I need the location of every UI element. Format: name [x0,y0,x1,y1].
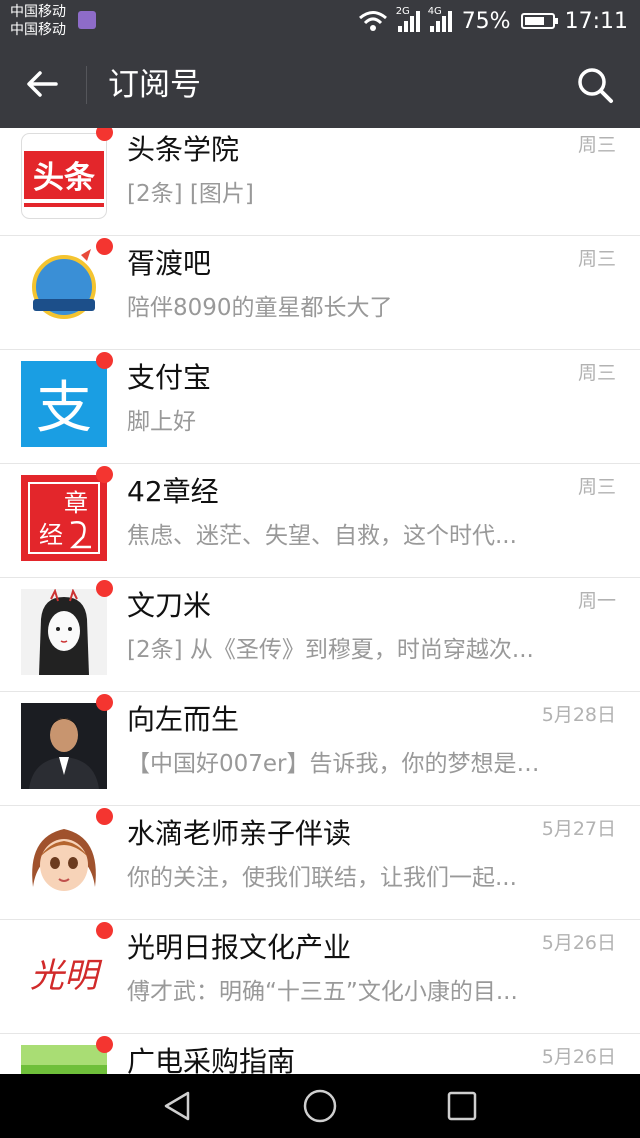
battery-icon [520,13,558,29]
toutiao-avatar: 头条 [21,133,107,219]
wifi-icon [358,11,387,31]
message-preview: [2条] [图片] [127,181,254,207]
status-indicators: 2G 4G 75% 17:11 [358,0,628,42]
list-item[interactable]: 光明 光明日报文化产业 傅才武：明确“十三五”文化小康的目... 5月26日 [0,920,640,1034]
unread-dot [96,1036,113,1053]
message-date: 周三 [577,134,616,156]
message-date: 周三 [577,476,616,498]
alipay-logo-text: 支 [36,376,92,441]
subscription-name: 光明日报文化产业 [127,931,352,964]
net-type-2: 4G [427,6,442,17]
guangming-logo-text: 光明 [30,956,103,996]
unread-dot [96,580,113,597]
list-item[interactable]: 文刀米 [2条] 从《圣传》到穆夏，时尚穿越次... 周一 [0,578,640,692]
42jing-logo-text-2: 经 [39,521,63,549]
subscription-name: 支付宝 [127,361,212,394]
app-header: 订阅号 [0,42,640,128]
shuidi-avatar [21,817,107,903]
message-preview: 傅才武：明确“十三五”文化小康的目... [127,979,518,1005]
message-preview: 焦虑、迷茫、失望、自救，这个时代... [127,523,517,549]
message-preview: 【中国好007er】告诉我，你的梦想是什... [127,751,557,777]
subscription-name: 水滴老师亲子伴读 [127,817,352,850]
signal-4g-icon: 4G [428,6,452,32]
42jing-logo-text-1: 章 [64,489,88,517]
subscription-name: 广电采购指南 [127,1045,296,1074]
message-date: 周三 [577,248,616,270]
subscription-name: 42章经 [127,475,219,508]
battery-percent: 75% [461,8,511,34]
clock: 17:11 [564,8,628,34]
search-icon[interactable] [574,64,616,106]
unread-dot [96,238,113,255]
subscription-list[interactable]: 头条 头条学院 [2条] [图片] 周三 胥渡吧 陪伴8090的童星都长大了 周… [0,128,640,1074]
gallery-notification-icon [78,11,96,29]
list-item[interactable]: 头条 头条学院 [2条] [图片] 周三 [0,128,640,236]
net-type-1: 2G [395,6,410,17]
42jing-avatar: 章 经 [21,475,107,561]
system-nav-bar [0,1074,640,1138]
message-date: 周三 [577,362,616,384]
xiangzuo-avatar [21,703,107,789]
carrier-1: 中国移动 [10,4,66,20]
message-preview: 脚上好 [127,409,196,435]
subscription-name: 向左而生 [127,703,240,736]
subscription-name: 文刀米 [127,589,212,622]
carrier-2: 中国移动 [10,22,66,38]
carrier-labels: 中国移动 中国移动 [10,3,66,39]
message-preview: 陪伴8090的童星都长大了 [127,295,393,321]
square-recent-icon[interactable] [444,1088,480,1124]
header-divider [86,66,87,104]
message-preview: 你的关注，使我们联结，让我们一起... [127,865,517,891]
message-date: 5月26日 [541,932,616,954]
xudu-avatar [21,247,107,333]
unread-dot [96,466,113,483]
unread-dot [96,352,113,369]
triangle-back-icon[interactable] [160,1088,196,1124]
list-item[interactable]: 支 支付宝 脚上好 周三 [0,350,640,464]
message-preview: [2条] 从《圣传》到穆夏，时尚穿越次... [127,637,534,663]
list-item[interactable]: 水滴老师亲子伴读 你的关注，使我们联结，让我们一起... 5月27日 [0,806,640,920]
message-date: 5月26日 [541,1046,616,1068]
subscription-name: 胥渡吧 [127,247,212,280]
list-item[interactable]: 胥渡吧 陪伴8090的童星都长大了 周三 [0,236,640,350]
message-date: 周一 [577,590,616,612]
guangdian-avatar [21,1045,107,1074]
list-item[interactable]: 章 经 42章经 焦虑、迷茫、失望、自救，这个时代... 周三 [0,464,640,578]
unread-dot [96,128,113,141]
message-date: 5月28日 [541,704,616,726]
alipay-avatar: 支 [21,361,107,447]
circle-home-icon[interactable] [302,1088,338,1124]
status-bar: 中国移动 中国移动 2G 4G 75% 17:11 [0,0,640,42]
page-title: 订阅号 [108,67,201,103]
arrow-left-icon[interactable] [22,64,62,104]
wendaomi-avatar [21,589,107,675]
unread-dot [96,922,113,939]
list-item[interactable]: 广电采购指南 5月26日 [0,1034,640,1074]
unread-dot [96,694,113,711]
toutiao-logo-text: 头条 [33,160,95,196]
list-item[interactable]: 向左而生 【中国好007er】告诉我，你的梦想是什... 5月28日 [0,692,640,806]
unread-dot [96,808,113,825]
signal-2g-icon: 2G [396,6,420,32]
guangming-avatar: 光明 [21,931,107,1017]
message-date: 5月27日 [541,818,616,840]
subscription-name: 头条学院 [127,133,240,166]
